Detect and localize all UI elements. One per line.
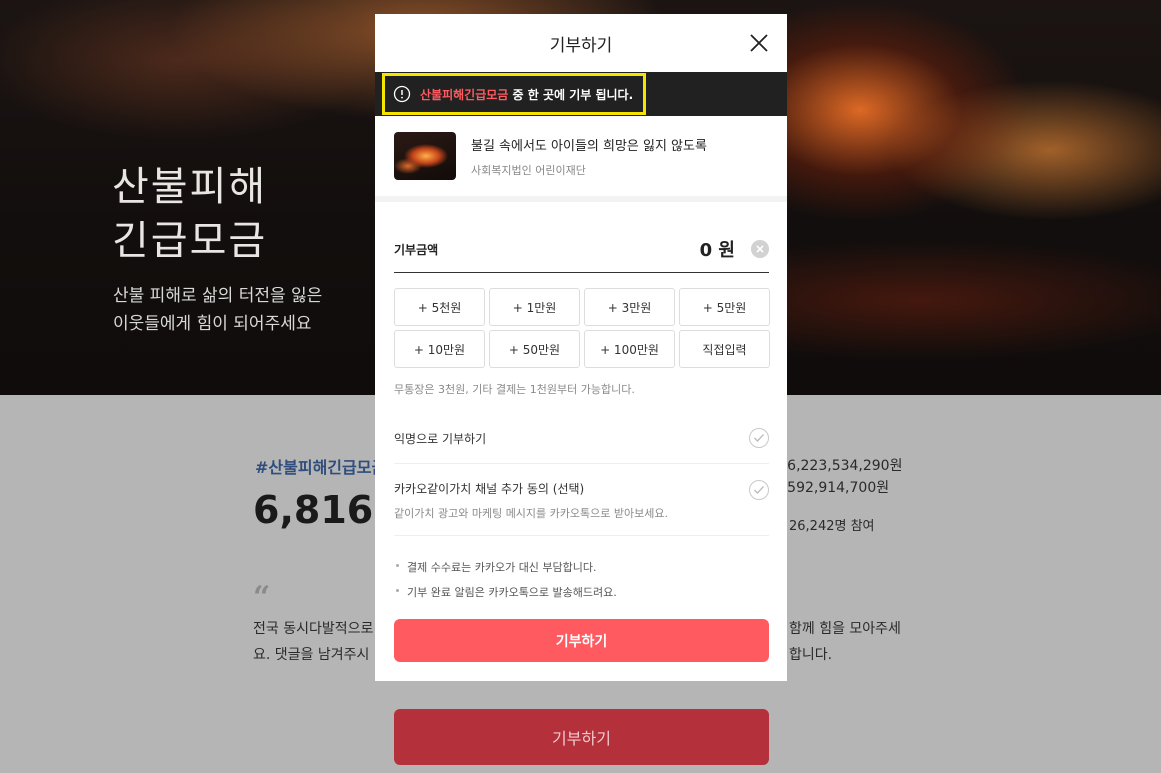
info-fee: 결제 수수료는 카카오가 대신 부담합니다.	[394, 559, 617, 575]
donate-button[interactable]: 기부하기	[394, 619, 769, 662]
close-icon[interactable]	[747, 31, 771, 55]
amount-button-custom[interactable]: 직접입력	[679, 330, 770, 368]
option-divider	[394, 535, 769, 536]
campaign-organization: 사회복지법인 어린이재단	[471, 163, 586, 177]
anonymous-option[interactable]: 익명으로 기부하기	[394, 428, 769, 448]
amount-button-grid: + 5천원 + 1만원 + 3만원 + 5만원 + 10만원 + 50만원 + …	[394, 288, 770, 368]
amount-label: 기부금액	[394, 242, 439, 257]
amount-button-1m[interactable]: + 100만원	[584, 330, 675, 368]
modal-header: 기부하기	[375, 14, 787, 72]
notice-bar: 산불피해긴급모금 중 한 곳에 기부 됩니다.	[375, 72, 787, 116]
option-divider	[394, 463, 769, 464]
channel-label: 카카오같이가치 채널 추가 동의 (선택)	[394, 482, 585, 496]
amount-value[interactable]: 0 원	[700, 236, 735, 262]
page: 산불피해 긴급모금 산불 피해로 삶의 터전을 잃은 이웃들에게 힘이 되어주세…	[0, 0, 1161, 773]
anonymous-label: 익명으로 기부하기	[394, 431, 487, 446]
check-icon[interactable]	[749, 428, 769, 448]
campaign-summary: 불길 속에서도 아이들의 희망은 잃지 않도록 사회복지법인 어린이재단	[375, 116, 787, 202]
campaign-info: 불길 속에서도 아이들의 희망은 잃지 않도록 사회복지법인 어린이재단	[471, 135, 707, 178]
modal-title: 기부하기	[549, 35, 613, 56]
amount-button-5k[interactable]: + 5천원	[394, 288, 485, 326]
amount-button-50k[interactable]: + 5만원	[679, 288, 770, 326]
campaign-thumbnail	[394, 132, 456, 180]
notice-highlight-box: 산불피해긴급모금 중 한 곳에 기부 됩니다.	[382, 73, 647, 115]
info-notification: 기부 완료 알림은 카카오톡으로 발송해드려요.	[394, 584, 617, 600]
clear-circle-icon[interactable]	[751, 240, 769, 258]
amount-button-10k[interactable]: + 1만원	[489, 288, 580, 326]
notice-text: 중 한 곳에 기부 됩니다.	[508, 87, 634, 102]
amount-row: 기부금액 0 원	[394, 226, 769, 273]
channel-option[interactable]: 카카오같이가치 채널 추가 동의 (선택) 같이가치 광고와 마케팅 메시지를 …	[394, 480, 769, 521]
channel-text: 카카오같이가치 채널 추가 동의 (선택) 같이가치 광고와 마케팅 메시지를 …	[394, 480, 668, 521]
amount-button-100k[interactable]: + 10만원	[394, 330, 485, 368]
channel-description: 같이가치 광고와 마케팅 메시지를 카카오톡으로 받아보세요.	[394, 507, 668, 520]
amount-button-30k[interactable]: + 3만원	[584, 288, 675, 326]
amount-button-500k[interactable]: + 50만원	[489, 330, 580, 368]
donate-modal: 기부하기 산불피해긴급모금 중 한 곳에 기부 됩니다. 불길 속에서도 아이들…	[375, 14, 787, 681]
amount-note: 무통장은 3천원, 기타 결제는 1천원부터 가능합니다.	[394, 383, 635, 396]
info-list: 결제 수수료는 카카오가 대신 부담합니다. 기부 완료 알림은 카카오톡으로 …	[394, 559, 617, 609]
campaign-title: 불길 속에서도 아이들의 희망은 잃지 않도록	[471, 138, 707, 154]
check-icon[interactable]	[749, 480, 769, 500]
alert-circle-icon	[393, 85, 411, 103]
notice-campaign-name: 산불피해긴급모금	[420, 87, 509, 102]
